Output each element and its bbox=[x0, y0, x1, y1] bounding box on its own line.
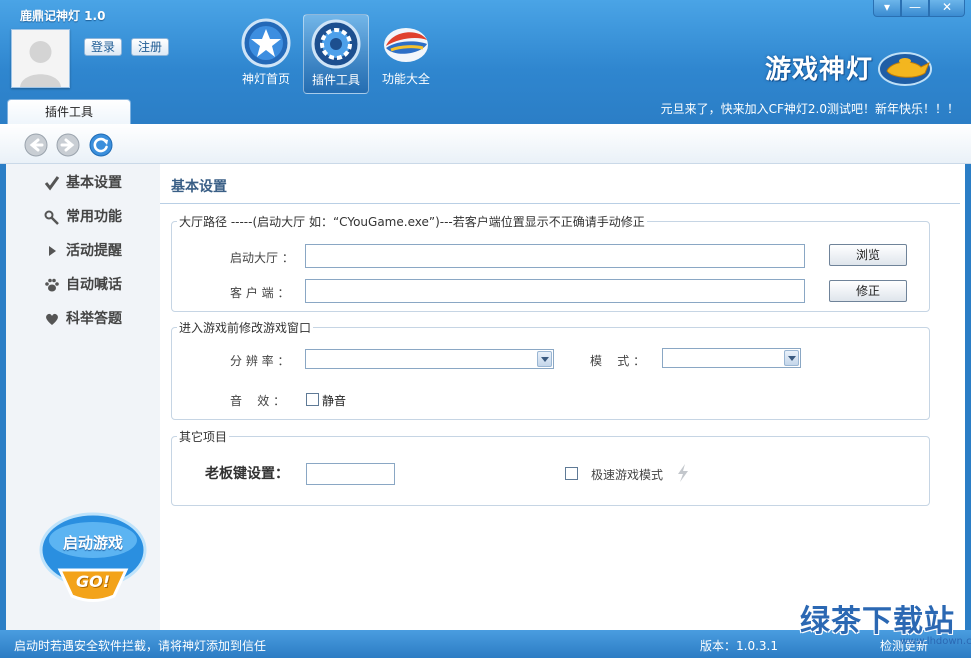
start-game-button[interactable]: 启动游戏 GO! bbox=[38, 510, 148, 604]
minimize-icon: — bbox=[909, 0, 921, 14]
browse-button[interactable]: 浏览 bbox=[829, 244, 907, 266]
close-icon: ✕ bbox=[941, 0, 953, 14]
key-icon bbox=[44, 210, 59, 225]
lobby-path-input[interactable] bbox=[305, 244, 805, 268]
page-title: 基本设置 bbox=[171, 179, 227, 195]
version-label: 版本：1.0.3.1 bbox=[700, 639, 778, 653]
fast-mode-checkbox[interactable] bbox=[565, 467, 578, 480]
news-marquee: 元旦来了，快来加入CF神灯2.0测试吧！新年快乐！！！ bbox=[660, 102, 959, 116]
triangle-right-icon bbox=[49, 246, 56, 256]
boss-key-input[interactable] bbox=[306, 463, 395, 485]
window-title: 鹿鼎记神灯 1.0 bbox=[20, 9, 106, 23]
nav-tab-home[interactable]: 神灯首页 bbox=[233, 14, 299, 94]
logo-text: 游戏神灯 bbox=[765, 55, 874, 85]
other-items-legend: 其它项目 bbox=[177, 428, 230, 445]
paw-icon bbox=[45, 278, 59, 292]
watermark-logo: 绿茶下载站 bbox=[800, 604, 955, 639]
sound-label: 音 效 ： bbox=[230, 394, 286, 408]
title-divider bbox=[160, 203, 960, 204]
gear-icon bbox=[311, 19, 361, 69]
game-window-legend: 进入游戏前修改游戏窗口 bbox=[177, 319, 314, 336]
page-tab-plugins[interactable]: 插件工具 bbox=[7, 99, 131, 125]
user-silhouette-icon bbox=[12, 30, 69, 87]
nav-tab-label: 神灯首页 bbox=[241, 72, 290, 86]
app-window: ▾ — ✕ 鹿鼎记神灯 1.0 登录 注册 神灯首页 插件工具 功能大全 游戏神… bbox=[0, 0, 971, 658]
game-lamp-logo: 游戏神灯 bbox=[765, 45, 935, 89]
status-message: 启动时若遇安全软件拦截，请将神灯添加到信任 bbox=[14, 639, 267, 653]
start-game-label: 启动游戏 bbox=[62, 534, 123, 552]
sidebar-item-common-functions[interactable]: 常用功能 bbox=[6, 202, 160, 232]
sidebar-item-basic-settings[interactable]: 基本设置 bbox=[6, 168, 160, 198]
refresh-icon[interactable] bbox=[89, 133, 113, 157]
resolution-label: 分 辨 率 ： bbox=[230, 354, 290, 368]
resolution-select[interactable] bbox=[305, 349, 554, 369]
sidebar-item-label: 基本设置 bbox=[66, 175, 122, 191]
menu-caret-icon: ▾ bbox=[883, 0, 891, 14]
register-button[interactable]: 注册 bbox=[131, 38, 170, 56]
nav-tab-label: 插件工具 bbox=[311, 73, 360, 87]
forward-arrow-icon[interactable] bbox=[56, 133, 80, 157]
mute-checkbox[interactable] bbox=[306, 393, 319, 406]
sidebar-item-label: 常用功能 bbox=[66, 209, 122, 225]
sidebar-item-auto-shout[interactable]: 自动喊话 bbox=[6, 270, 160, 300]
lobby-label: 启动大厅 ： bbox=[230, 251, 294, 265]
client-label: 客 户 端 ： bbox=[230, 286, 290, 300]
mode-label: 模 式 ： bbox=[590, 354, 646, 368]
check-icon bbox=[44, 176, 60, 191]
avatar[interactable] bbox=[11, 29, 70, 88]
sidebar: 基本设置 常用功能 活动提醒 自动喊话 科举答题 启动游戏 GO! bbox=[6, 164, 160, 630]
client-path-input[interactable] bbox=[305, 279, 805, 303]
window-menu-button[interactable]: ▾ bbox=[873, 0, 901, 17]
mode-select[interactable] bbox=[662, 348, 801, 368]
window-minimize-button[interactable]: — bbox=[901, 0, 929, 17]
main-panel: 基本设置 大厅路径 -----(启动大厅 如：“CYouGame.exe”)--… bbox=[160, 164, 965, 630]
sidebar-item-label: 自动喊话 bbox=[66, 277, 122, 293]
lightning-icon bbox=[678, 464, 688, 482]
boss-key-label: 老板键设置： bbox=[205, 466, 289, 482]
book-icon bbox=[384, 28, 428, 62]
magic-lamp-icon bbox=[878, 52, 932, 86]
heart-icon bbox=[46, 313, 58, 325]
nav-tab-features[interactable]: 功能大全 bbox=[373, 14, 439, 94]
start-game-go-label: GO! bbox=[75, 572, 111, 591]
fix-button[interactable]: 修正 bbox=[829, 280, 907, 302]
star-icon bbox=[241, 18, 291, 68]
toolbar bbox=[0, 124, 971, 164]
chevron-down-icon bbox=[537, 351, 552, 367]
sidebar-item-label: 科举答题 bbox=[66, 311, 122, 327]
nav-tab-plugins[interactable]: 插件工具 bbox=[303, 14, 369, 94]
back-arrow-icon[interactable] bbox=[24, 133, 48, 157]
window-close-button[interactable]: ✕ bbox=[929, 0, 965, 17]
sidebar-item-event-reminder[interactable]: 活动提醒 bbox=[6, 236, 160, 266]
lobby-path-legend: 大厅路径 -----(启动大厅 如：“CYouGame.exe”)---若客户端… bbox=[177, 213, 647, 230]
sidebar-item-label: 活动提醒 bbox=[66, 243, 122, 259]
mute-label: 静音 bbox=[322, 394, 347, 408]
sidebar-item-exam-quiz[interactable]: 科举答题 bbox=[6, 304, 160, 334]
fast-mode-label: 极速游戏模式 bbox=[591, 468, 664, 482]
chevron-down-icon bbox=[784, 350, 799, 366]
nav-tab-label: 功能大全 bbox=[381, 72, 430, 86]
watermark-url: www.lhdown.com bbox=[900, 636, 971, 647]
login-button[interactable]: 登录 bbox=[84, 38, 123, 56]
